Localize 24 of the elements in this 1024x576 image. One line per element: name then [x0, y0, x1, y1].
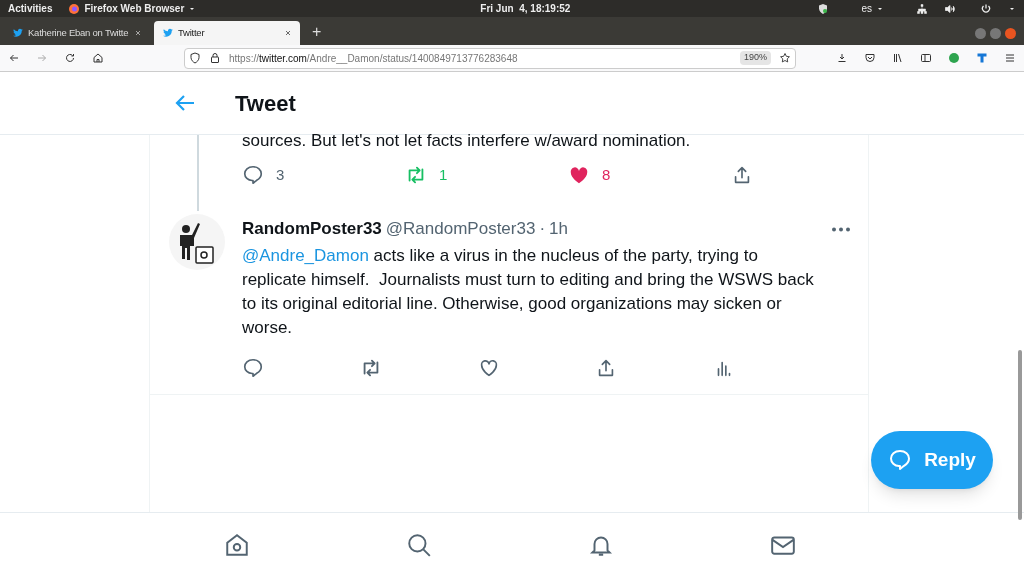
like-action[interactable]: 8 [568, 163, 611, 187]
reply-action[interactable]: 3 [242, 163, 285, 187]
author-handle[interactable]: @RandomPoster33 [385, 216, 536, 242]
url-text: https://twitter.com/Andre__Damon/status/1400849713776283648 [229, 51, 519, 66]
activities-button[interactable]: Activities [8, 1, 53, 16]
browser-tab[interactable]: Katherine Eban on Twitte [4, 21, 150, 45]
clock[interactable]: Fri Jun 4, 18:19:52 [480, 1, 571, 16]
timestamp[interactable]: 1h [549, 216, 568, 242]
count: 1 [439, 164, 448, 185]
tweet-text: @Andre_Damon acts like a virus in the nucleus of the party, trying to replicate himself. Journalists must turn to editing and bring the WSWS back to its original editorial line. Otherwise, good organizations may sicken or worse. [242, 245, 815, 339]
new-tab-button[interactable]: + [304, 21, 330, 45]
tweet-text: sources. But let's not let facts interfere w/award nomination. [242, 130, 692, 152]
page-title: Tweet [235, 89, 296, 118]
tab-title: Twitter [178, 25, 206, 40]
separator-dot: · [539, 218, 546, 241]
app-menu[interactable]: Firefox Web Browser [84, 1, 185, 16]
count: 8 [602, 164, 611, 185]
browser-tab[interactable]: Twitter [154, 21, 300, 45]
address-bar[interactable]: https://twitter.com/Andre__Damon/status/1400849713776283648 190% [184, 47, 796, 69]
tab-title: Katherine Eban on Twitte [28, 25, 130, 40]
count: 3 [276, 164, 285, 185]
language-indicator[interactable]: es [861, 1, 872, 16]
author-name[interactable]: RandomPoster33 [242, 216, 382, 242]
zoom-level[interactable]: 190% [739, 51, 771, 65]
